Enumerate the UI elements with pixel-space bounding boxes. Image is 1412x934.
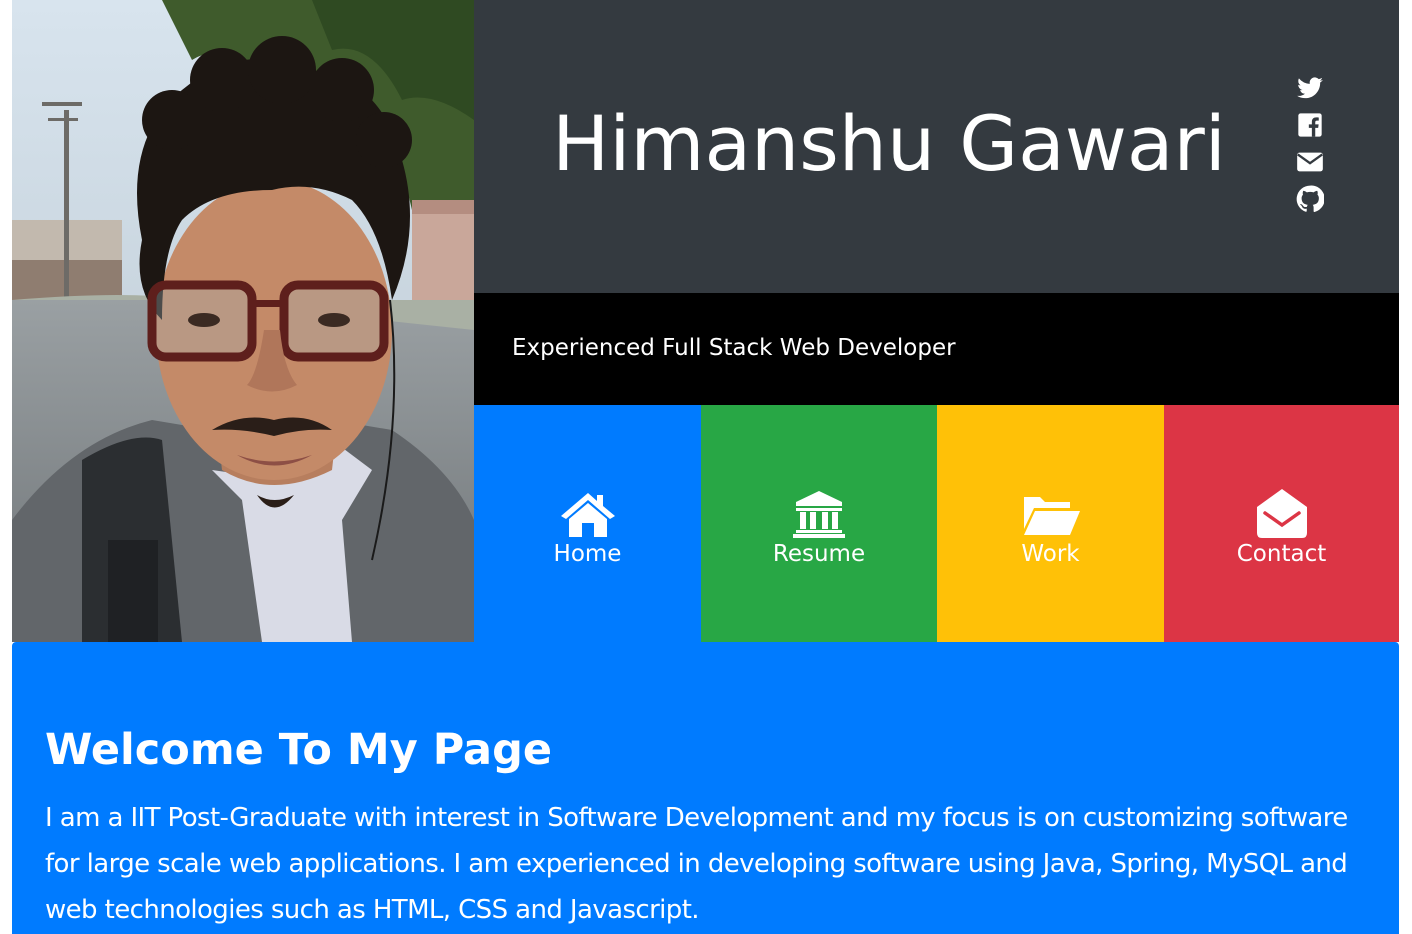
nav-label-home: Home xyxy=(553,540,622,567)
facebook-icon[interactable] xyxy=(1296,111,1324,139)
tagline: Experienced Full Stack Web Developer xyxy=(512,335,956,361)
page: Himanshu Gawari Experienced Full Stack W… xyxy=(0,0,1412,934)
tagline-bar: Experienced Full Stack Web Developer xyxy=(474,293,1399,405)
welcome-title: Welcome To My Page xyxy=(45,725,553,775)
envelope-open-icon xyxy=(1251,488,1313,539)
nav-tile-resume[interactable]: Resume xyxy=(701,405,937,642)
nav-label-resume: Resume xyxy=(772,540,866,567)
nav-tile-home[interactable]: Home xyxy=(474,405,701,642)
nav-tile-work[interactable]: Work xyxy=(937,405,1164,642)
welcome-body: I am a IIT Post-Graduate with interest i… xyxy=(45,803,1348,925)
envelope-icon[interactable] xyxy=(1296,148,1324,176)
folder-open-icon xyxy=(1020,489,1082,539)
profile-photo xyxy=(12,0,474,642)
github-icon[interactable] xyxy=(1296,185,1325,213)
nav-label-contact: Contact xyxy=(1236,540,1327,567)
nav-label-work: Work xyxy=(1021,540,1080,567)
home-icon xyxy=(557,489,619,539)
hero-section: Himanshu Gawari Experienced Full Stack W… xyxy=(12,0,1399,642)
twitter-icon[interactable] xyxy=(1296,74,1324,102)
header: Himanshu Gawari xyxy=(474,0,1399,293)
social-links xyxy=(1296,74,1326,222)
nav-tiles: Home Resume Work Contact xyxy=(474,405,1399,642)
page-title: Himanshu Gawari xyxy=(552,99,1226,188)
welcome-section: Welcome To My Page I am a IIT Post-Gradu… xyxy=(12,642,1399,934)
bank-icon xyxy=(788,489,850,539)
nav-tile-contact[interactable]: Contact xyxy=(1164,405,1399,642)
